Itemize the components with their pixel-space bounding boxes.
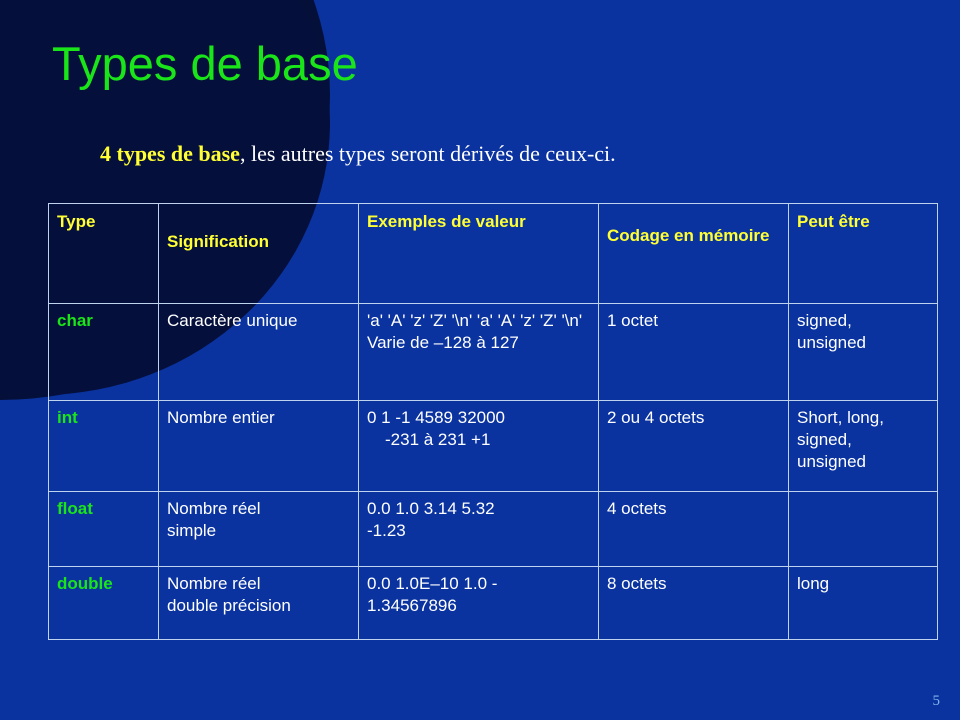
table-row: int Nombre entier 0 1 -1 4589 32000 -231… — [48, 400, 938, 492]
slide-canvas: Types de base 4 types de base, les autre… — [0, 0, 960, 720]
cell-signification-double: Nombre réel double précision — [158, 566, 359, 640]
cell-peut-etre-float — [788, 491, 938, 567]
keyword-float: float — [57, 499, 93, 518]
column-header-signification: Signification — [158, 203, 359, 304]
table-row: double Nombre réel double précision 0.0 … — [48, 566, 938, 640]
peut-etre-line-2: unsigned — [797, 333, 867, 352]
examples-line-2: -231 à 231 +1 — [385, 430, 491, 449]
cell-peut-etre-int: Short, long, signed, unsigned — [788, 400, 938, 492]
column-header-exemples: Exemples de valeur — [358, 203, 599, 304]
signification-line-1: Nombre réel — [167, 499, 261, 518]
peut-etre-line-2: signed, — [797, 430, 852, 449]
table-row: float Nombre réel simple 0.0 1.0 3.14 5.… — [48, 491, 938, 567]
signification-line-2: simple — [167, 521, 217, 540]
cell-examples-double: 0.0 1.0E–10 1.0 - 1.34567896 — [358, 566, 599, 640]
cell-signification-char: Caractère unique — [158, 303, 359, 401]
peut-etre-line-1: Short, long, — [797, 408, 884, 427]
cell-signification-float: Nombre réel simple — [158, 491, 359, 567]
column-header-type: Type — [48, 203, 159, 304]
examples-line-2: 1.34567896 — [367, 596, 457, 615]
cell-examples-char: 'a' 'A' 'z' 'Z' '\n' 'a' 'A' 'z' 'Z' '\n… — [358, 303, 599, 401]
examples-line-2: -1.23 — [367, 521, 406, 540]
cell-examples-float: 0.0 1.0 3.14 5.32 -1.23 — [358, 491, 599, 567]
examples-line-1: 0.0 1.0 3.14 5.32 — [367, 499, 495, 518]
cell-signification-int: Nombre entier — [158, 400, 359, 492]
cell-codage-int: 2 ou 4 octets — [598, 400, 789, 492]
cell-codage-char: 1 octet — [598, 303, 789, 401]
cell-peut-etre-double: long — [788, 566, 938, 640]
cell-examples-int: 0 1 -1 4589 32000 -231 à 231 +1 — [358, 400, 599, 492]
keyword-char: char — [57, 311, 93, 330]
table-row: char Caractère unique 'a' 'A' 'z' 'Z' '\… — [48, 303, 938, 401]
cell-codage-double: 8 octets — [598, 566, 789, 640]
cell-codage-float: 4 octets — [598, 491, 789, 567]
examples-line-1: 0.0 1.0E–10 1.0 - — [367, 574, 498, 593]
cell-type-float: float — [48, 491, 159, 567]
signification-line-1: Nombre réel — [167, 574, 261, 593]
cell-type-int: int — [48, 400, 159, 492]
peut-etre-line-1: signed, — [797, 311, 852, 330]
examples-line-1: 'a' 'A' 'z' 'Z' '\n' 'a' 'A' 'z' 'Z' '\n… — [367, 311, 583, 330]
column-header-codage: Codage en mémoire — [598, 203, 789, 304]
page-number: 5 — [932, 693, 941, 709]
keyword-double: double — [57, 574, 113, 593]
keyword-int: int — [57, 408, 78, 427]
cell-type-double: double — [48, 566, 159, 640]
page-title: Types de base — [52, 37, 358, 90]
column-header-peut-etre: Peut être — [788, 203, 938, 304]
subtitle-line: 4 types de base, les autres types seront… — [100, 140, 616, 168]
peut-etre-line-3: unsigned — [797, 452, 867, 471]
signification-line-2: double précision — [167, 596, 291, 615]
subtitle-highlight: 4 types de base — [100, 141, 240, 166]
examples-line-1: 0 1 -1 4589 32000 — [367, 408, 506, 427]
table-header-row: Type Signification Exemples de valeur Co… — [48, 203, 938, 304]
examples-line-2: Varie de –128 à 127 — [367, 333, 519, 352]
cell-type-char: char — [48, 303, 159, 401]
types-table: Type Signification Exemples de valeur Co… — [48, 203, 938, 640]
subtitle-rest: , les autres types seront dérivés de ceu… — [239, 141, 616, 166]
cell-peut-etre-char: signed, unsigned — [788, 303, 938, 401]
